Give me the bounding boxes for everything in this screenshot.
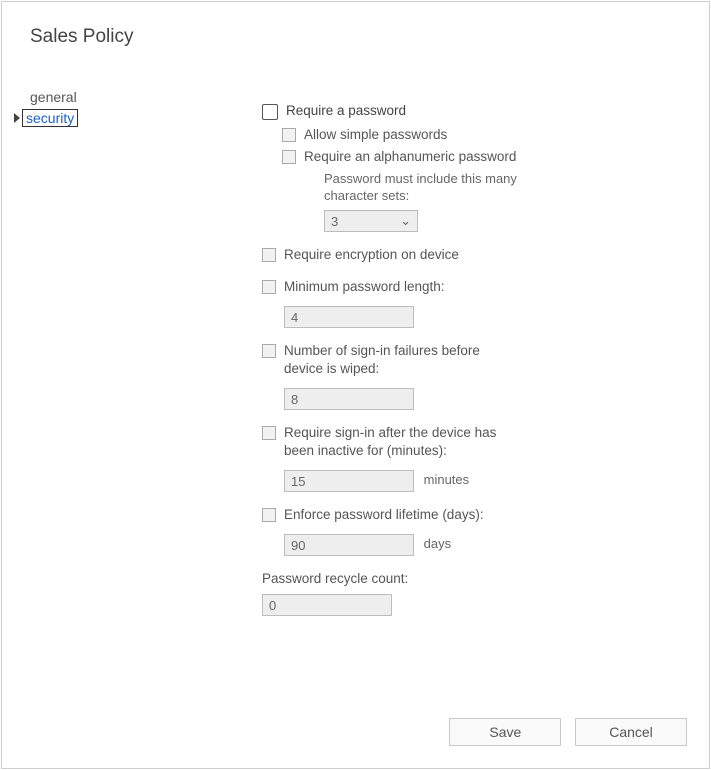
label-min-length: Minimum password length: xyxy=(284,278,445,296)
checkbox-min-length[interactable] xyxy=(262,280,276,294)
checkbox-require-alnum[interactable] xyxy=(282,150,296,164)
input-failures[interactable] xyxy=(284,388,414,410)
checkbox-inactive[interactable] xyxy=(262,426,276,440)
unit-lifetime: days xyxy=(424,536,451,551)
unit-inactive: minutes xyxy=(424,472,470,487)
row-charsets: Password must include this many characte… xyxy=(302,170,602,232)
select-charsets-value: 3 xyxy=(331,214,338,229)
row-inactive: Require sign-in after the device has bee… xyxy=(262,424,602,492)
label-recycle: Password recycle count: xyxy=(262,570,482,588)
input-recycle[interactable] xyxy=(262,594,392,616)
checkbox-failures[interactable] xyxy=(262,344,276,358)
sidebar-item-security-wrap: security xyxy=(22,109,142,127)
row-lifetime: Enforce password lifetime (days): days xyxy=(262,506,602,556)
security-form: Require a password Allow simple password… xyxy=(262,102,602,616)
row-allow-simple: Allow simple passwords xyxy=(282,126,602,144)
label-inactive: Require sign-in after the device has bee… xyxy=(284,424,504,460)
label-require-encryption: Require encryption on device xyxy=(284,246,459,264)
label-lifetime: Enforce password lifetime (days): xyxy=(284,506,484,524)
label-require-alnum: Require an alphanumeric password xyxy=(304,148,516,166)
sidebar: general security xyxy=(22,88,142,127)
checkbox-require-encryption[interactable] xyxy=(262,248,276,262)
row-require-encryption: Require encryption on device xyxy=(262,246,602,264)
cancel-button[interactable]: Cancel xyxy=(575,718,687,746)
row-recycle: Password recycle count: xyxy=(262,570,602,616)
row-require-alnum: Require an alphanumeric password xyxy=(282,148,602,166)
input-lifetime[interactable] xyxy=(284,534,414,556)
page-title: Sales Policy xyxy=(30,26,709,48)
checkbox-require-password[interactable] xyxy=(262,104,278,120)
input-inactive[interactable] xyxy=(284,470,414,492)
button-bar: Save Cancel xyxy=(439,718,687,746)
label-charsets: Password must include this many characte… xyxy=(324,170,534,204)
chevron-down-icon: ⌄ xyxy=(400,213,411,229)
label-require-password: Require a password xyxy=(286,102,406,120)
checkbox-allow-simple[interactable] xyxy=(282,128,296,142)
policy-panel: Sales Policy general security Require a … xyxy=(1,1,710,769)
caret-right-icon xyxy=(14,113,20,123)
sidebar-item-security[interactable]: security xyxy=(22,109,78,127)
sidebar-item-general[interactable]: general xyxy=(22,88,142,107)
row-failures: Number of sign-in failures before device… xyxy=(262,342,602,410)
input-min-length[interactable] xyxy=(284,306,414,328)
row-require-password: Require a password xyxy=(262,102,602,120)
save-button[interactable]: Save xyxy=(449,718,561,746)
label-allow-simple: Allow simple passwords xyxy=(304,126,447,144)
select-charsets[interactable]: 3 ⌄ xyxy=(324,210,418,232)
checkbox-lifetime[interactable] xyxy=(262,508,276,522)
row-min-length: Minimum password length: xyxy=(262,278,602,328)
label-failures: Number of sign-in failures before device… xyxy=(284,342,504,378)
